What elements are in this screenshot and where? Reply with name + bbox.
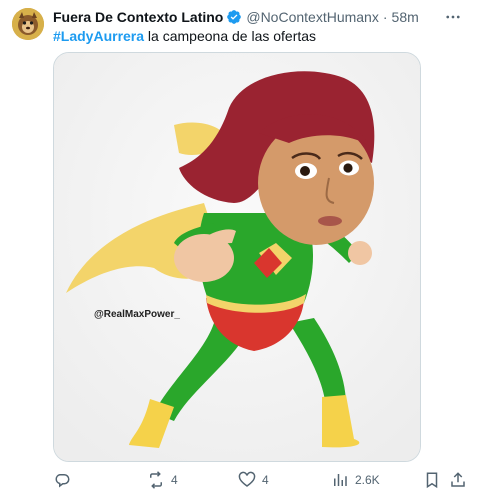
- display-name[interactable]: Fuera De Contexto Latino: [53, 8, 223, 26]
- reply-button[interactable]: [53, 470, 77, 490]
- timestamp[interactable]: 58m: [392, 8, 419, 26]
- tweet-image[interactable]: @RealMaxPower_: [53, 52, 421, 462]
- more-icon[interactable]: [443, 7, 463, 27]
- share-button[interactable]: [449, 470, 467, 490]
- tweet-card[interactable]: Fuera De Contexto Latino @NoContextHuman…: [0, 0, 479, 497]
- like-count: 4: [262, 473, 269, 487]
- retweet-button[interactable]: 4: [147, 470, 178, 490]
- like-icon: [238, 471, 256, 489]
- hashtag-link[interactable]: #LadyAurrera: [53, 28, 144, 44]
- share-icon: [449, 471, 467, 489]
- separator-dot: ·: [382, 9, 388, 25]
- tweet-body: la campeona de las ofertas: [144, 28, 317, 44]
- tweet-text: #LadyAurrera la campeona de las ofertas: [53, 27, 463, 45]
- reply-icon: [53, 471, 71, 489]
- tweet-header: Fuera De Contexto Latino @NoContextHuman…: [53, 8, 463, 26]
- views-count: 2.6K: [355, 473, 380, 487]
- views-button[interactable]: 2.6K: [331, 470, 380, 490]
- like-button[interactable]: 4: [238, 470, 269, 490]
- avatar[interactable]: [12, 8, 44, 40]
- bookmark-button[interactable]: [423, 470, 441, 490]
- verified-badge-icon[interactable]: [226, 9, 242, 25]
- retweet-icon: [147, 471, 165, 489]
- views-icon: [331, 471, 349, 489]
- action-bar: 4 4 2.6K: [53, 470, 465, 490]
- user-handle[interactable]: @NoContextHumanx: [246, 8, 379, 26]
- retweet-count: 4: [171, 473, 178, 487]
- image-watermark: @RealMaxPower_: [94, 309, 180, 320]
- bookmark-icon: [423, 471, 441, 489]
